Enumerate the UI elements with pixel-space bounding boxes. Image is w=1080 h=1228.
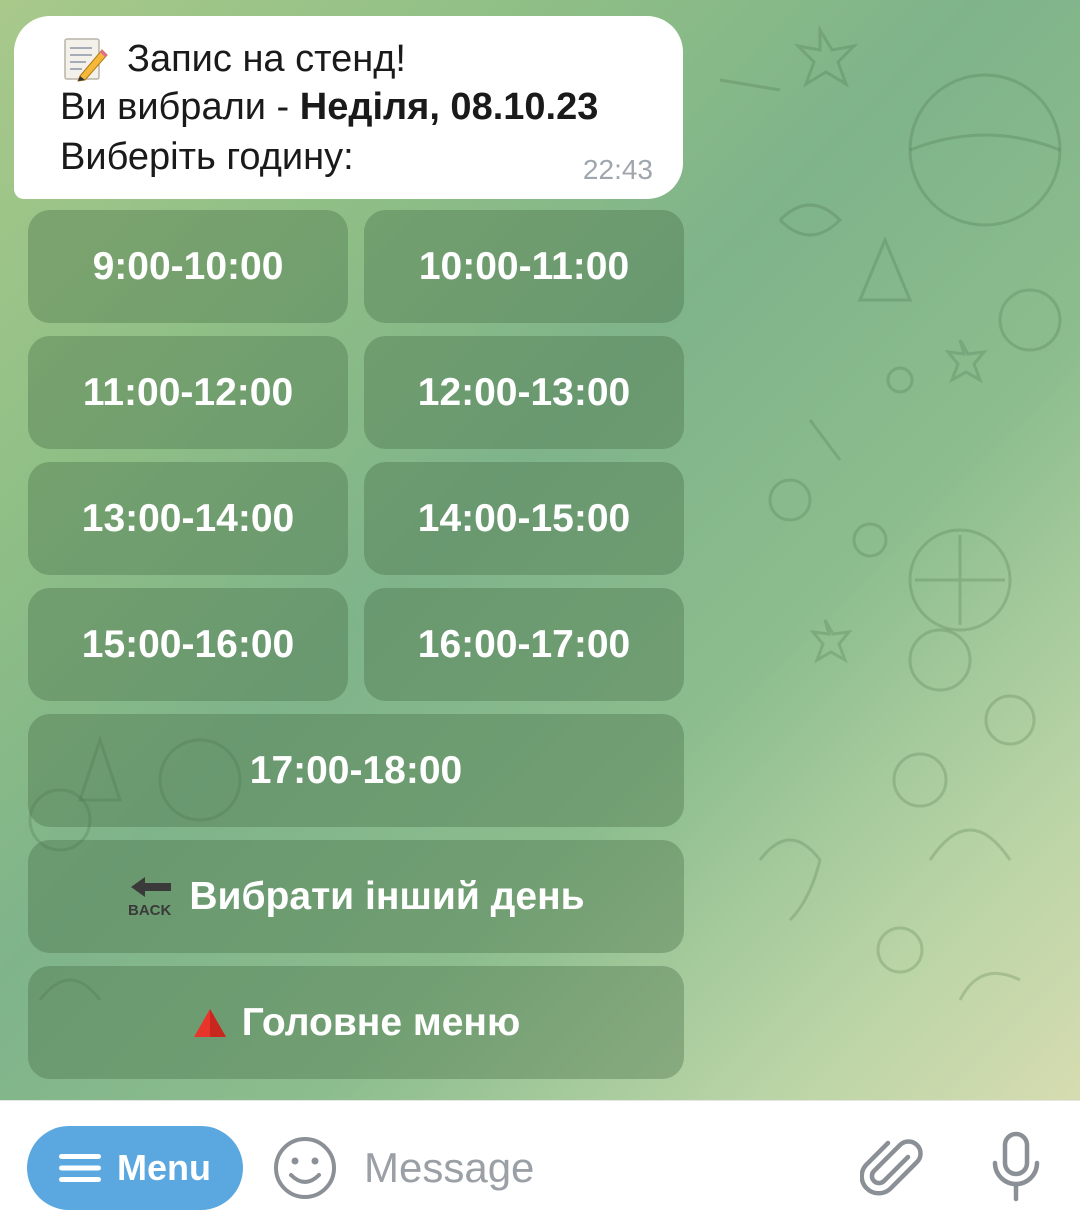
chat-area: Запис на стенд! Ви вибрали - Неділя, 08.… — [0, 0, 1080, 1100]
memo-icon — [64, 38, 108, 82]
slot-button-3[interactable]: 11:00-12:00 — [28, 336, 348, 449]
message-input[interactable] — [364, 1129, 834, 1207]
choose-other-day-button[interactable]: BACK Вибрати інший день — [28, 840, 684, 953]
slot-button-4[interactable]: 12:00-13:00 — [364, 336, 684, 449]
slot-button-1[interactable]: 9:00-10:00 — [28, 210, 348, 323]
hamburger-icon — [59, 1152, 101, 1184]
slot-button-5[interactable]: 13:00-14:00 — [28, 462, 348, 575]
slot-button-7[interactable]: 15:00-16:00 — [28, 588, 348, 701]
message-selection: Ви вибрали - Неділя, 08.10.23 — [60, 86, 598, 129]
back-icon-text: BACK — [128, 902, 171, 919]
slot-button-8[interactable]: 16:00-17:00 — [364, 588, 684, 701]
main-menu-label: Головне меню — [241, 1000, 521, 1044]
paperclip-icon[interactable] — [860, 1135, 924, 1201]
microphone-icon[interactable] — [988, 1131, 1044, 1203]
input-bar: Menu — [0, 1100, 1080, 1228]
slot-button-6[interactable]: 14:00-15:00 — [364, 462, 684, 575]
selection-prefix: Ви вибрали - — [60, 86, 300, 128]
emoji-icon[interactable] — [272, 1135, 338, 1201]
bot-menu-button[interactable]: Menu — [27, 1126, 243, 1210]
red-triangle-icon — [192, 1007, 228, 1039]
main-menu-button[interactable]: Головне меню — [28, 966, 684, 1079]
choose-other-day-label: Вибрати інший день — [189, 874, 585, 918]
message-time: 22:43 — [582, 154, 653, 185]
selected-date: Неділя, 08.10.23 — [299, 86, 599, 128]
bot-menu-label: Menu — [117, 1147, 211, 1188]
message-title: Запис на стенд! — [127, 38, 406, 80]
slot-button-2[interactable]: 10:00-11:00 — [364, 210, 684, 323]
message-bubble: Запис на стенд! Ви вибрали - Неділя, 08.… — [14, 16, 683, 199]
message-prompt: Виберіть годину: — [60, 136, 354, 178]
slot-button-9[interactable]: 17:00-18:00 — [28, 714, 684, 827]
back-arrow-icon: BACK — [127, 875, 175, 919]
